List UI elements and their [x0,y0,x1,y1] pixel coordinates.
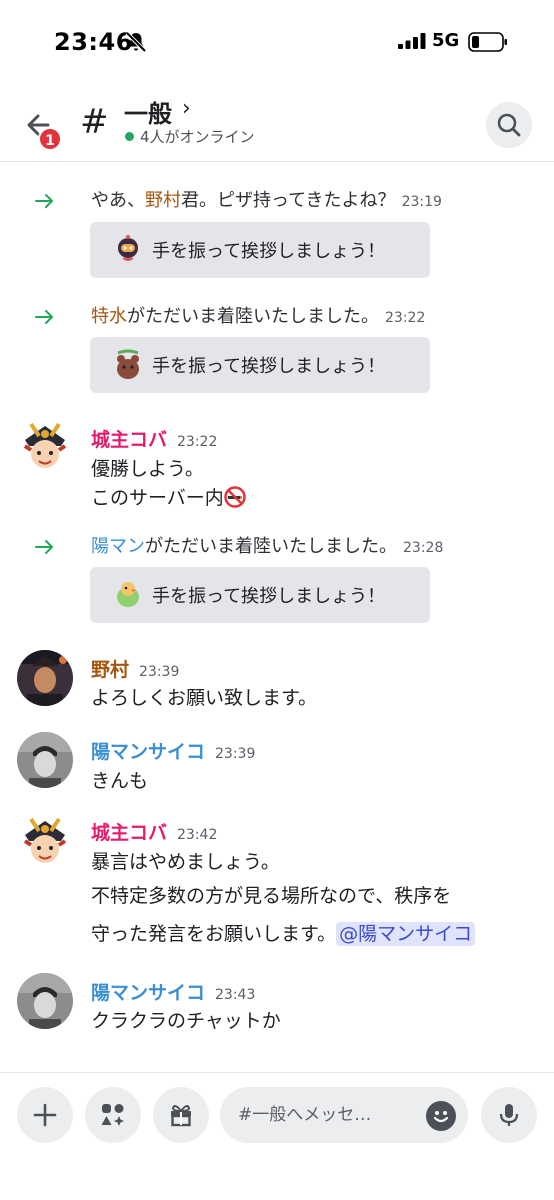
wave-button[interactable]: 手を振って挨拶しましょう！ [90,222,430,278]
voice-button[interactable] [481,1087,537,1143]
channel-header: 1 # 一般 › 4人がオンライン [0,82,554,162]
no-smoking-emoji-icon [224,486,246,508]
signal-icon [398,33,426,49]
wave-button-label: 手を振って挨拶しましょう！ [152,241,386,262]
avatar[interactable] [17,650,73,706]
add-button[interactable] [17,1087,73,1143]
photo-avatar-icon [17,732,73,788]
message-author[interactable]: 野村 23:39 [91,655,179,682]
message-text: クラクラのチャットか [91,1010,281,1032]
network-type: 5G [432,30,460,51]
author-name[interactable]: 城主コバ [91,429,167,451]
timestamp: 23:22 [385,310,426,326]
search-icon [497,113,521,137]
author-name[interactable]: 野村 [91,659,129,681]
composer-bar [0,1072,554,1200]
smile-icon [433,1111,449,1123]
timestamp: 23:39 [215,746,256,762]
gift-button[interactable] [153,1087,209,1143]
message-text: きんも [91,770,149,792]
timestamp: 23:42 [177,827,218,843]
bell-off-icon [125,31,147,53]
message-text-part: このサーバー内 [91,487,224,509]
system-message: 特水がただいま着陸いたしました。 23:22 [91,302,425,328]
timestamp: 23:39 [139,664,180,680]
samurai-avatar-icon [17,420,73,476]
avatar[interactable] [17,732,73,788]
message-text: このサーバー内 [91,483,246,510]
system-text: がただいま着陸いたしました。 [145,536,397,557]
message-author[interactable]: 城主コバ 23:22 [91,425,217,452]
chevron-right-icon[interactable]: › [182,96,191,121]
member-name[interactable]: 野村 [145,190,181,211]
bear-sticker-icon [117,349,139,379]
message-author[interactable]: 陽マンサイコ 23:39 [91,737,255,764]
timestamp: 23:19 [401,194,442,210]
wave-button[interactable]: 手を振って挨拶しましょう！ [90,567,430,623]
join-arrow-icon [35,310,53,324]
samurai-avatar-icon [17,815,73,871]
timestamp: 23:43 [215,987,256,1003]
microphone-icon [499,1104,519,1126]
wave-button-label: 手を振って挨拶しましょう！ [152,586,386,607]
author-name[interactable]: 陽マンサイコ [91,741,205,763]
battery-icon [468,32,507,52]
robot-sticker-icon [118,235,138,261]
avatar[interactable] [17,420,73,476]
emoji-button[interactable] [426,1101,456,1131]
photo-avatar-icon [17,973,73,1029]
system-text: がただいま着陸いたしました。 [127,306,379,327]
message-author[interactable]: 陽マンサイコ 23:43 [91,978,255,1005]
apps-button[interactable] [85,1087,141,1143]
message-input[interactable] [238,1101,418,1129]
member-name[interactable]: 特水 [91,306,127,327]
join-arrow-icon [35,194,53,208]
timestamp: 23:28 [403,540,444,556]
avatar[interactable] [17,973,73,1029]
message-input-container[interactable] [220,1087,468,1143]
system-text: やあ、 [91,190,145,211]
apps-icon [101,1104,124,1126]
message-text: 優勝しよう。 [91,458,204,480]
photo-avatar-icon [17,650,73,706]
author-name[interactable]: 城主コバ [91,822,167,844]
system-message: 陽マンがただいま着陸いたしました。 23:28 [91,532,443,558]
gift-icon [171,1105,191,1127]
message-list[interactable]: やあ、野村君。ピザ持ってきたよね？ 23:19 手を振って挨拶しましょう！ 特水が… [0,163,554,1071]
channel-hash-icon: # [80,102,109,142]
author-name[interactable]: 陽マンサイコ [91,982,205,1004]
status-time: 23:46 [54,28,133,56]
system-text: 君。ピザ持ってきたよね？ [181,190,396,211]
member-name[interactable]: 陽マン [91,536,145,557]
join-arrow-icon [35,540,53,554]
online-count: 4人がオンライン [140,128,255,146]
plus-icon [33,1103,57,1127]
online-status-dot [125,132,134,141]
user-mention[interactable]: @陽マンサイコ [336,922,476,946]
system-message: やあ、野村君。ピザ持ってきたよね？ 23:19 [91,186,442,212]
search-button[interactable] [486,102,532,148]
message-text: 暴言はやめましょう。 [91,851,280,873]
message-text: 守った発言をお願いします。 @陽マンサイコ [91,919,476,946]
message-author[interactable]: 城主コバ 23:42 [91,818,217,845]
bird-sticker-icon [117,582,139,607]
channel-title[interactable]: 一般 [124,94,172,129]
message-text: 不特定多数の方が見る場所なので、秩序を [91,885,452,907]
status-bar: 23:46 5G [0,0,554,82]
unread-badge: 1 [38,127,62,151]
message-text: よろしくお願い致します。 [91,687,318,709]
wave-button-label: 手を振って挨拶しましょう！ [152,356,386,377]
avatar[interactable] [17,815,73,871]
message-text-part: 守った発言をお願いします。 [91,923,337,945]
timestamp: 23:22 [177,434,218,450]
wave-button[interactable]: 手を振って挨拶しましょう！ [90,337,430,393]
